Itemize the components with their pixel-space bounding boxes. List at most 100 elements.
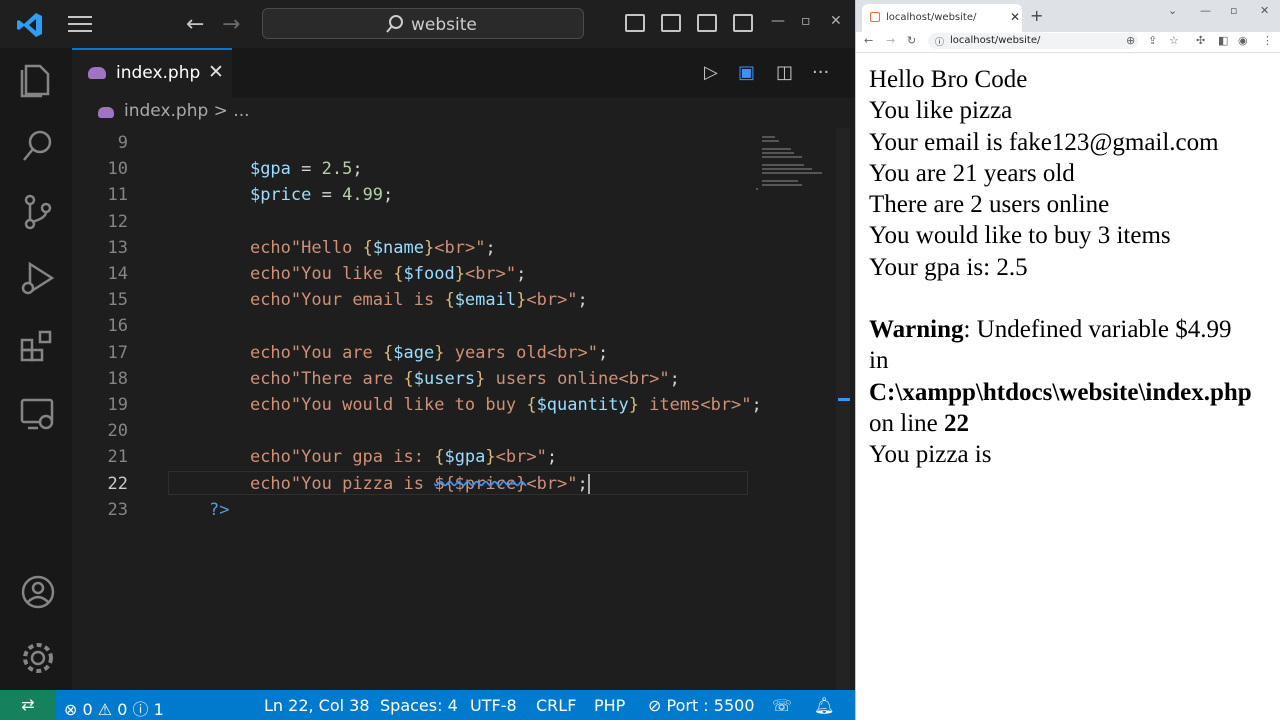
code-text: echo"Hello {$name}<br>";: [209, 238, 496, 258]
encoding[interactable]: UTF-8: [470, 696, 517, 715]
code-line[interactable]: 18 echo"There are {$users} users online<…: [72, 366, 752, 392]
language-mode[interactable]: PHP: [594, 696, 625, 715]
problems-indicator[interactable]: ⊗ 0 ⚠ 0 ⓘ 1: [64, 696, 164, 720]
side-panel-icon[interactable]: ◧: [1218, 34, 1228, 47]
code-editor[interactable]: 9 10 $gpa = 2.5; 11 $price = 4.99; 12 13 ech…: [72, 128, 762, 690]
code-line[interactable]: 23 ?>: [72, 497, 752, 523]
search-icon[interactable]: [18, 126, 58, 166]
line-number: 22: [107, 473, 128, 494]
breadcrumb-path[interactable]: index.php > ...: [124, 101, 250, 121]
code-line[interactable]: 15 echo"Your email is {$email}<br>";: [72, 287, 752, 313]
extensions-icon[interactable]: [18, 326, 58, 366]
feedback-icon[interactable]: ☏: [772, 696, 792, 715]
line-number: 13: [107, 237, 128, 258]
code-line[interactable]: 17 echo"You are {$age} years old<br>";: [72, 340, 752, 366]
maximize-icon[interactable]: ▫: [801, 13, 811, 29]
browser-tab-strip: localhost/website/ ✕ + ⌄ — ▫ ✕: [856, 0, 1280, 32]
info-count: 1: [153, 700, 164, 719]
browser-back-icon[interactable]: ←: [864, 34, 873, 47]
run-icon[interactable]: ▷: [704, 62, 718, 83]
code-text: echo"Your gpa is: {$gpa}<br>";: [209, 447, 557, 467]
line-number: 17: [107, 342, 128, 363]
reload-icon[interactable]: ↻: [907, 34, 916, 47]
site-info-icon[interactable]: ⓘ: [935, 35, 944, 48]
accounts-icon[interactable]: [18, 572, 58, 612]
code-line[interactable]: 10 $gpa = 2.5;: [72, 156, 752, 182]
code-text: $price = 4.99;: [209, 185, 393, 205]
code-text: $gpa = 2.5;: [209, 159, 363, 179]
close-browser-tab-icon[interactable]: ✕: [1010, 10, 1020, 24]
code-token: ?>: [209, 499, 230, 520]
share-icon[interactable]: ⇪: [1148, 34, 1157, 47]
browser-menu-icon[interactable]: ⋮: [1262, 34, 1273, 47]
code-line[interactable]: 20: [72, 418, 752, 444]
editor-scrollbar[interactable]: [836, 128, 850, 690]
code-line[interactable]: 13 echo"Hello {$name}<br>";: [72, 235, 752, 261]
live-server-port[interactable]: ⊘ Port : 5500: [648, 696, 755, 715]
text-cursor: [587, 473, 590, 494]
code-line[interactable]: 19 echo"You would like to buy {$quantity…: [72, 392, 762, 418]
page-output: Hello Bro Code You like pizza Your email…: [869, 64, 1279, 471]
code-line[interactable]: 11 $price = 4.99;: [72, 182, 752, 208]
output-line: You pizza is: [869, 441, 992, 469]
run-debug-icon[interactable]: [18, 258, 58, 298]
bookmark-star-icon[interactable]: ☆: [1169, 34, 1179, 47]
on-line-text: on line: [869, 409, 944, 437]
code-line[interactable]: 16: [72, 313, 752, 339]
close-window-icon[interactable]: ✕: [830, 13, 842, 29]
indentation[interactable]: Spaces: 4: [380, 696, 458, 715]
remote-explorer-icon[interactable]: [18, 394, 58, 434]
code-line[interactable]: 9: [72, 130, 752, 156]
address-bar[interactable]: ⓘ localhost/website/: [928, 33, 1138, 49]
end-of-line[interactable]: CRLF: [536, 696, 576, 715]
warning-path-line: C:\xampp\htdocs\website\index.php: [869, 377, 1279, 408]
profile-avatar-icon[interactable]: ◉: [1238, 34, 1248, 47]
code-token: {: [434, 447, 445, 468]
customize-layout-icon[interactable]: [733, 14, 753, 32]
more-actions-icon[interactable]: ···: [812, 62, 829, 83]
line-number: 22: [944, 409, 969, 437]
remote-indicator-icon[interactable]: ⇄: [0, 690, 56, 720]
minimap[interactable]: [752, 128, 822, 690]
code-line[interactable]: 12: [72, 209, 752, 235]
warning-line: Warning: Undefined variable $4.99: [869, 314, 1279, 345]
minimize-icon[interactable]: —: [771, 13, 785, 29]
extensions-puzzle-icon[interactable]: ✣: [1196, 34, 1205, 47]
code-line[interactable]: 22 echo"You pizza is ${$price}<br>";: [72, 470, 752, 497]
forward-arrow-icon[interactable]: →: [222, 12, 240, 37]
source-control-icon[interactable]: [18, 192, 58, 232]
cursor-position[interactable]: Ln 22, Col 38: [264, 696, 370, 715]
notifications-bell-icon[interactable]: 🔔︎: [814, 696, 834, 715]
browser-close-icon[interactable]: ✕: [1260, 4, 1269, 17]
code-line[interactable]: 14 echo"You like {$food}<br>";: [72, 261, 752, 287]
browser-tab[interactable]: localhost/website/ ✕: [862, 4, 1022, 32]
browser-maximize-icon[interactable]: ▫: [1230, 4, 1237, 17]
toggle-secondary-sidebar-icon[interactable]: [697, 14, 717, 32]
code-token: $users: [413, 368, 476, 389]
toggle-panel-icon[interactable]: [661, 14, 681, 32]
settings-gear-icon[interactable]: [18, 638, 58, 678]
tab-index-php[interactable]: index.php ✕: [72, 48, 232, 98]
split-editor-icon[interactable]: ◫: [776, 62, 793, 83]
menu-icon[interactable]: [68, 16, 92, 34]
minimap-line: [762, 168, 813, 170]
zoom-icon[interactable]: ⊕: [1126, 34, 1135, 47]
minimap-line: [762, 172, 822, 174]
new-tab-icon[interactable]: +: [1030, 6, 1043, 25]
back-arrow-icon[interactable]: ←: [186, 12, 204, 37]
line-number: 16: [107, 316, 128, 337]
toggle-primary-sidebar-icon[interactable]: [625, 14, 645, 32]
minimap-line: [762, 140, 779, 142]
command-center-search[interactable]: website: [262, 8, 584, 39]
close-tab-icon[interactable]: ✕: [208, 61, 224, 83]
code-text: echo"Your email is {$email}<br>";: [209, 290, 588, 310]
explorer-icon[interactable]: [18, 60, 58, 100]
code-token: $food: [403, 264, 455, 284]
code-line[interactable]: 21 echo"Your gpa is: {$gpa}<br>";: [72, 444, 752, 470]
php-server-icon[interactable]: ▣: [738, 62, 755, 83]
browser-chevron-icon[interactable]: ⌄: [1168, 4, 1177, 17]
browser-minimize-icon[interactable]: —: [1200, 4, 1211, 17]
browser-forward-icon[interactable]: →: [886, 34, 895, 47]
search-icon: [386, 15, 403, 33]
breadcrumb: index.php > ...: [72, 98, 855, 128]
